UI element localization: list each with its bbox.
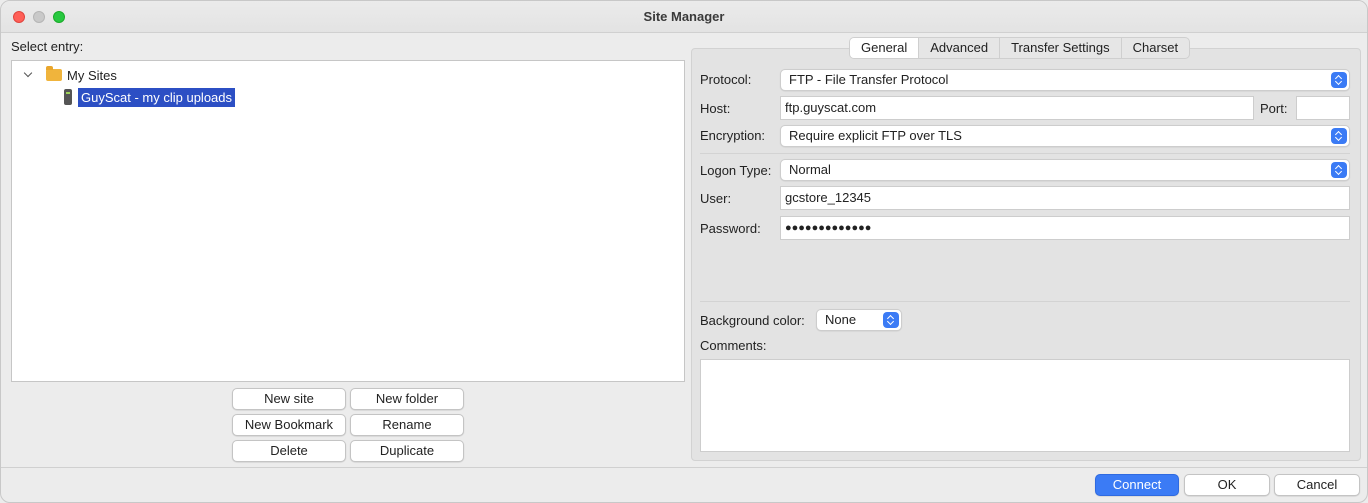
select-stepper-icon	[1331, 72, 1347, 88]
divider	[700, 153, 1350, 154]
background-color-select[interactable]: None	[816, 309, 902, 331]
tab-general[interactable]: General	[850, 38, 920, 58]
new-site-button[interactable]: New site	[232, 388, 346, 410]
connect-button[interactable]: Connect	[1095, 474, 1179, 496]
tree-item-site[interactable]: GuyScat - my clip uploads	[64, 87, 236, 107]
delete-button[interactable]: Delete	[232, 440, 346, 462]
user-label: User:	[700, 191, 732, 206]
divider	[700, 301, 1350, 302]
window-title: Site Manager	[643, 9, 725, 24]
password-input[interactable]: ●●●●●●●●●●●●●	[780, 216, 1350, 240]
port-label: Port:	[1260, 101, 1288, 116]
server-icon	[64, 89, 72, 105]
duplicate-button[interactable]: Duplicate	[350, 440, 464, 462]
host-input[interactable]: ftp.guyscat.com	[780, 96, 1254, 120]
footer-divider	[1, 467, 1367, 468]
user-input[interactable]: gcstore_12345	[780, 186, 1350, 210]
logon-type-label: Logon Type:	[700, 163, 772, 178]
password-label: Password:	[700, 221, 761, 236]
cancel-button[interactable]: Cancel	[1274, 474, 1360, 496]
protocol-label: Protocol:	[700, 72, 752, 87]
tab-advanced[interactable]: Advanced	[919, 38, 1001, 58]
ok-button[interactable]: OK	[1184, 474, 1270, 496]
comments-label: Comments:	[700, 338, 767, 353]
new-bookmark-button[interactable]: New Bookmark	[232, 414, 346, 436]
protocol-value: FTP - File Transfer Protocol	[789, 72, 949, 87]
background-color-label: Background color:	[700, 313, 805, 328]
comments-textarea[interactable]	[700, 359, 1350, 452]
protocol-select[interactable]: FTP - File Transfer Protocol	[780, 69, 1350, 91]
site-manager-window: Site Manager Select entry: My Sites GuyS…	[0, 0, 1368, 503]
logon-type-select[interactable]: Normal	[780, 159, 1350, 181]
encryption-label: Encryption:	[700, 128, 766, 143]
rename-button[interactable]: Rename	[350, 414, 464, 436]
logon-type-value: Normal	[789, 162, 831, 177]
chevron-down-icon[interactable]	[24, 70, 34, 80]
site-tree[interactable]: My Sites GuyScat - my clip uploads	[11, 60, 685, 382]
settings-tabs: General Advanced Transfer Settings Chars…	[849, 37, 1191, 59]
tab-charset[interactable]: Charset	[1122, 38, 1190, 58]
new-folder-button[interactable]: New folder	[350, 388, 464, 410]
tree-root-label: My Sites	[67, 67, 117, 83]
host-label: Host:	[700, 101, 731, 116]
select-entry-label: Select entry:	[11, 39, 84, 54]
tree-item-my-sites[interactable]: My Sites	[24, 65, 117, 85]
select-stepper-icon	[1331, 128, 1347, 144]
tree-site-label: GuyScat - my clip uploads	[78, 87, 236, 107]
encryption-select[interactable]: Require explicit FTP over TLS	[780, 125, 1350, 147]
select-stepper-icon	[1331, 162, 1347, 178]
background-color-value: None	[825, 312, 857, 327]
folder-icon	[46, 66, 62, 81]
select-stepper-icon	[883, 312, 899, 328]
tab-transfer-settings[interactable]: Transfer Settings	[1000, 38, 1122, 58]
title-bar: Site Manager	[1, 1, 1367, 33]
encryption-value: Require explicit FTP over TLS	[789, 128, 962, 143]
port-input[interactable]	[1296, 96, 1350, 120]
